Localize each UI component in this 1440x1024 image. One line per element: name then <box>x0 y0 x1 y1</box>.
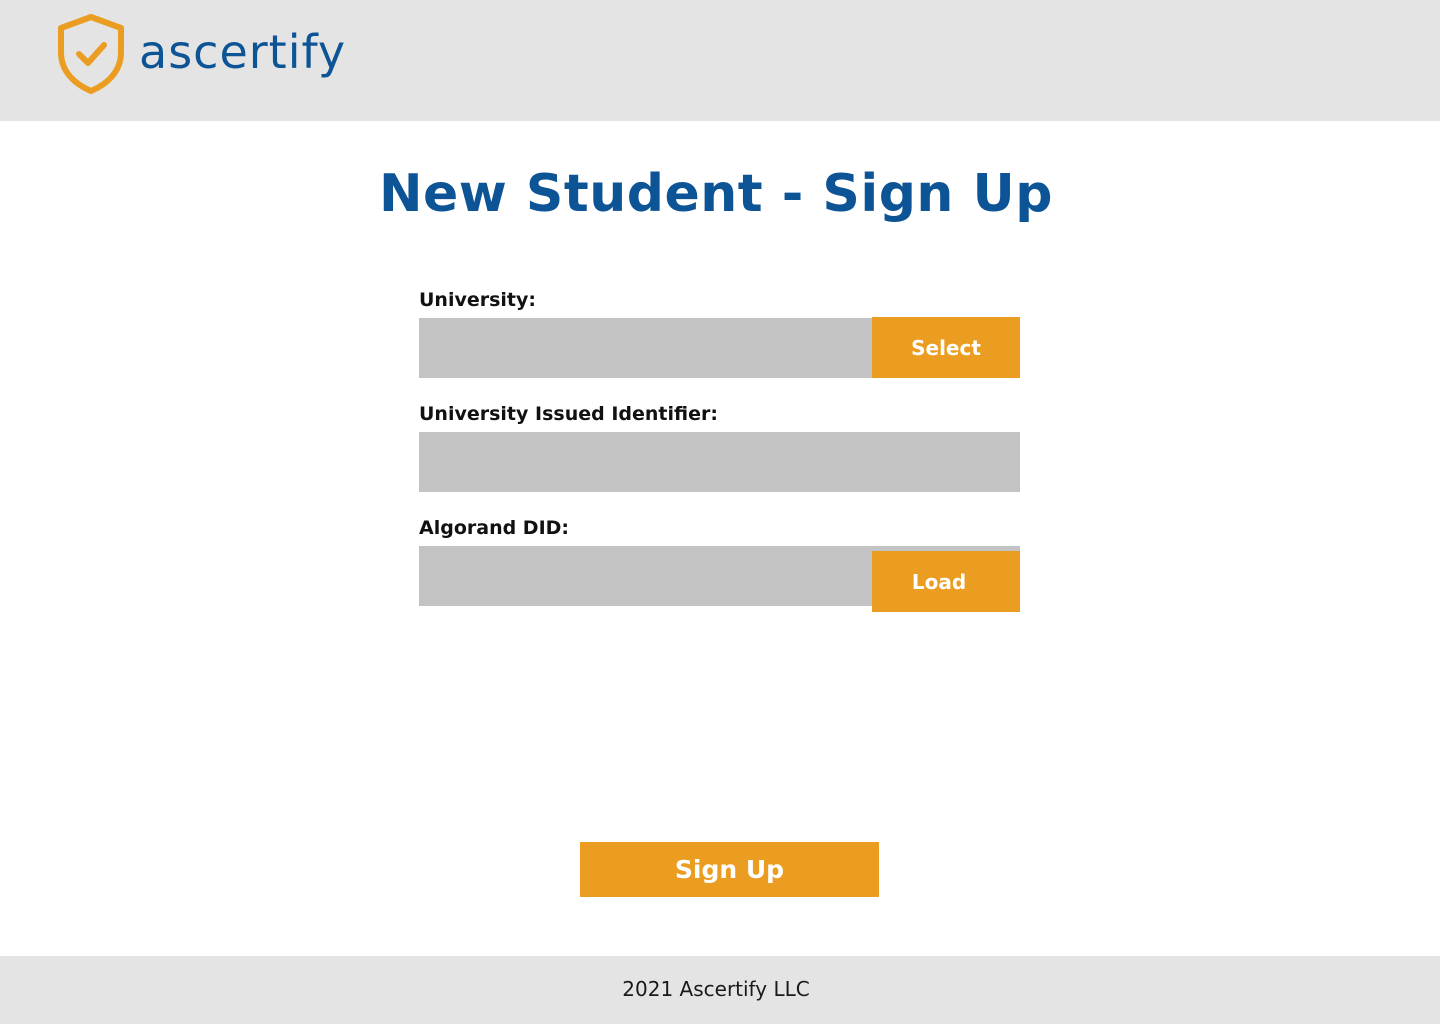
load-did-button[interactable]: Load <box>872 551 1020 612</box>
app-header: ascertify <box>0 0 1440 121</box>
identifier-input[interactable] <box>419 432 1020 492</box>
page-title: New Student - Sign Up <box>379 164 1053 224</box>
did-label: Algorand DID: <box>419 517 570 539</box>
select-university-button[interactable]: Select <box>872 317 1020 378</box>
app-footer: 2021 Ascertify LLC <box>0 956 1440 1024</box>
university-label: University: <box>419 289 536 311</box>
university-input[interactable] <box>419 318 872 378</box>
sign-up-button[interactable]: Sign Up <box>580 842 879 897</box>
identifier-label: University Issued Identifier: <box>419 403 718 425</box>
brand-wordmark: ascertify <box>139 25 347 79</box>
brand-logo[interactable]: ascertify <box>57 14 346 94</box>
copyright-text: 2021 Ascertify LLC <box>622 977 810 1001</box>
shield-check-icon <box>58 14 124 94</box>
